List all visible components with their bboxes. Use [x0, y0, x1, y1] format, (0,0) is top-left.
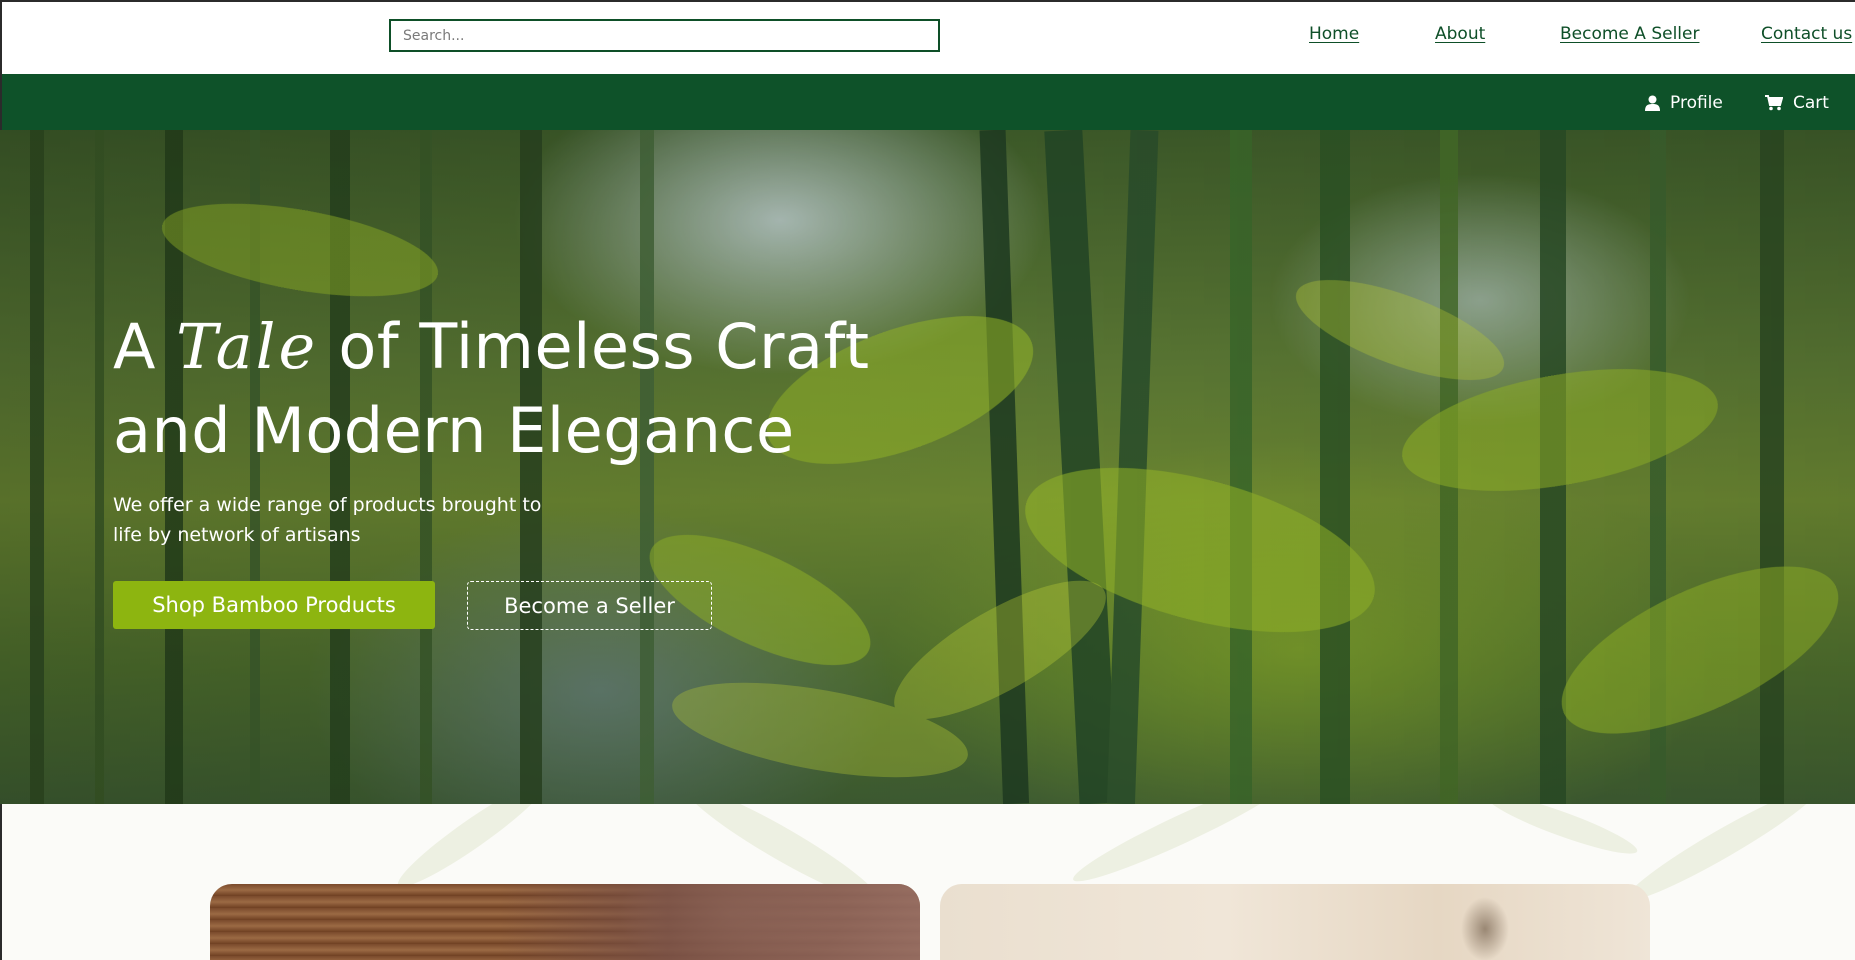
cart-label: Cart [1793, 93, 1829, 113]
product-card-shade [500, 884, 920, 960]
hero-title-prefix: A [113, 310, 156, 383]
hero-subtitle: We offer a wide range of products brough… [113, 494, 542, 546]
account-toolbar: Profile Cart [0, 74, 1855, 130]
hero-title-script-word: Tale [176, 310, 319, 383]
product-card-image[interactable] [940, 884, 1650, 960]
nav-about-link[interactable]: About [1435, 24, 1485, 44]
nav-home-link[interactable]: Home [1309, 24, 1359, 44]
profile-label: Profile [1670, 93, 1723, 113]
shop-bamboo-products-button[interactable]: Shop Bamboo Products [113, 581, 435, 629]
hero-title: A Tale of Timeless Craft and Modern Eleg… [113, 305, 873, 473]
become-seller-button[interactable]: Become a Seller [467, 581, 712, 630]
cart-button[interactable]: Cart [1765, 92, 1829, 114]
hero-title-line2: and Modern Elegance [113, 394, 795, 467]
nav-become-seller-link[interactable]: Become A Seller [1560, 24, 1699, 44]
cart-icon [1765, 95, 1783, 111]
search-input[interactable] [389, 19, 940, 52]
user-icon [1645, 95, 1660, 111]
hero-title-line1-rest: of Timeless Craft [338, 310, 870, 383]
profile-button[interactable]: Profile [1645, 92, 1723, 114]
top-header: Home About Become A Seller Contact us [0, 0, 1855, 74]
hero-banner: A Tale of Timeless Craft and Modern Eleg… [0, 130, 1855, 804]
nav-contact-link[interactable]: Contact us [1761, 24, 1852, 44]
product-section [0, 804, 1855, 960]
product-card-image[interactable] [210, 884, 920, 960]
